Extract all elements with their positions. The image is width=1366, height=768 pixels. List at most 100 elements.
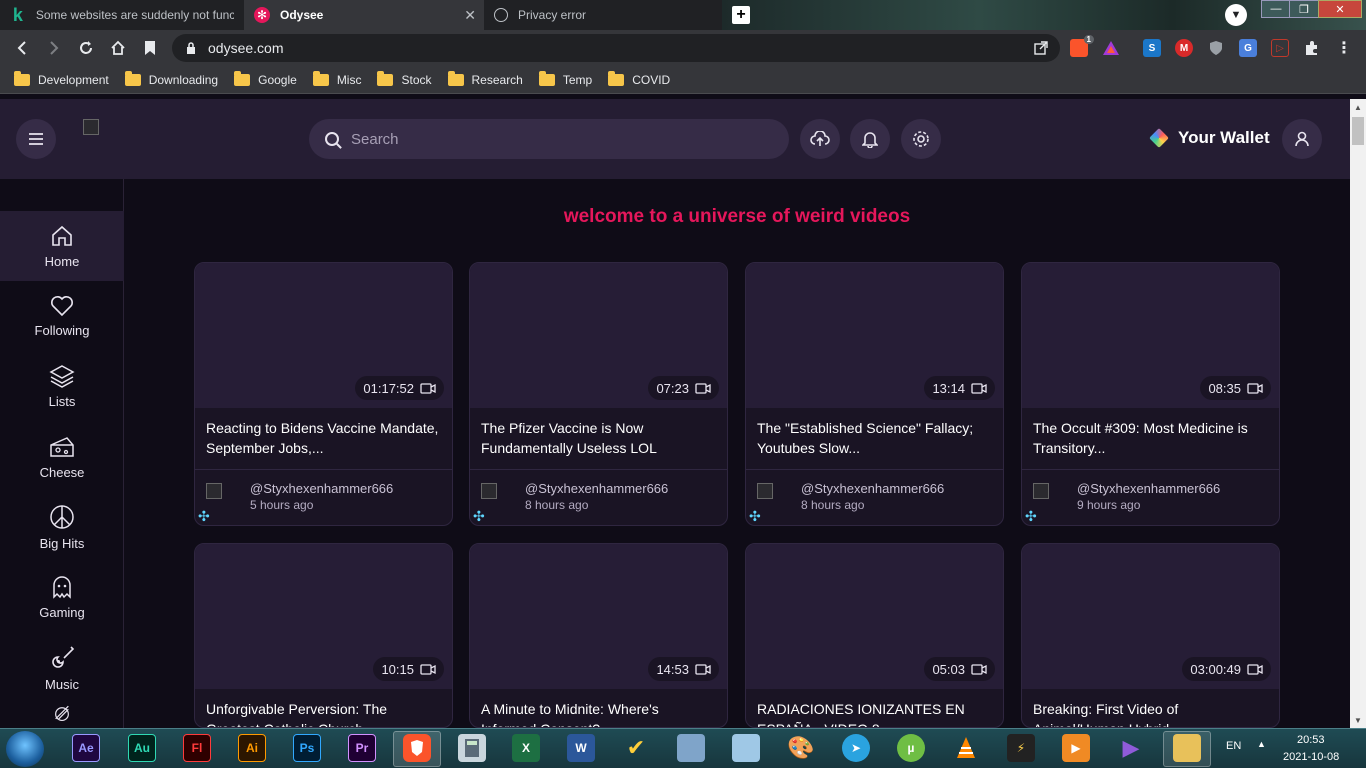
- upload-button[interactable]: [800, 119, 840, 159]
- sidebar-item-big-hits[interactable]: Big Hits: [0, 492, 124, 562]
- back-arrow-icon[interactable]: [12, 38, 32, 58]
- start-button[interactable]: [6, 731, 44, 767]
- video-app-icon[interactable]: ▶: [1117, 734, 1145, 762]
- channel-name[interactable]: @Styxhexenhammer666: [250, 481, 393, 496]
- photoshop-icon[interactable]: Ps: [293, 734, 321, 762]
- video-card[interactable]: 05:03 RADIACIONES IONIZANTES EN ESPAÑA - …: [745, 543, 1004, 728]
- video-card[interactable]: 10:15 Unforgivable Perversion: The Greate…: [194, 543, 453, 728]
- media-player-icon[interactable]: ▶: [1062, 734, 1090, 762]
- channel-avatar[interactable]: [757, 483, 773, 499]
- checkmark-app-icon[interactable]: ✔: [622, 734, 650, 762]
- bookmark-google[interactable]: Google: [234, 70, 297, 87]
- video-thumbnail[interactable]: 01:17:52: [195, 263, 452, 408]
- shield-extension-icon[interactable]: [1207, 39, 1225, 57]
- video-title[interactable]: Unforgivable Perversion: The Greatest Ca…: [206, 699, 442, 727]
- video-thumbnail[interactable]: 08:35: [1022, 263, 1279, 408]
- bookmark-research[interactable]: Research: [447, 70, 523, 87]
- utorrent-icon[interactable]: µ: [897, 734, 925, 762]
- brave-shield-icon[interactable]: 1: [1070, 35, 1094, 57]
- reload-icon[interactable]: [76, 38, 96, 58]
- channel-avatar[interactable]: [481, 483, 497, 499]
- calculator-icon[interactable]: [458, 734, 486, 762]
- close-window-button[interactable]: ✕: [1318, 0, 1362, 18]
- video-thumbnail[interactable]: 14:53: [470, 544, 727, 689]
- brave-rewards-icon[interactable]: [1102, 39, 1120, 57]
- sidebar-item-more[interactable]: [0, 703, 124, 728]
- bookmark-development[interactable]: Development: [14, 70, 109, 87]
- file-explorer-icon[interactable]: [1173, 734, 1201, 762]
- welcome-banner[interactable]: welcome to a universe of weird videos: [124, 206, 1350, 228]
- wallet-button[interactable]: Your Wallet: [1149, 128, 1270, 148]
- video-card[interactable]: 14:53 A Minute to Midnite: Where's Inform…: [469, 543, 728, 728]
- tab-knowledge[interactable]: k Some websites are suddenly not functi: [0, 0, 244, 30]
- scroll-thumb[interactable]: [1352, 117, 1364, 145]
- channel-name[interactable]: @Styxhexenhammer666: [525, 481, 668, 496]
- video-title[interactable]: RADIACIONES IONIZANTES EN ESPAÑA - VIDEO…: [757, 699, 993, 727]
- puzzle-icon[interactable]: [1303, 39, 1321, 57]
- bookmark-downloading[interactable]: Downloading: [124, 70, 218, 87]
- video-title[interactable]: The Occult #309: Most Medicine is Transi…: [1033, 418, 1269, 458]
- external-link-icon[interactable]: [1034, 41, 1048, 55]
- video-title[interactable]: The "Established Science" Fallacy; Youtu…: [757, 418, 993, 458]
- home-browser-icon[interactable]: [108, 38, 128, 58]
- bookmark-icon[interactable]: [140, 38, 160, 58]
- tab-privacy-error[interactable]: Privacy error: [484, 0, 722, 30]
- video-thumbnail[interactable]: 03:00:49: [1022, 544, 1279, 689]
- search-input[interactable]: Search: [309, 119, 789, 159]
- s-extension-icon[interactable]: S: [1143, 39, 1161, 57]
- chevron-down-icon[interactable]: ▼: [1225, 4, 1247, 26]
- channel-name[interactable]: @Styxhexenhammer666: [801, 481, 944, 496]
- sidebar-item-following[interactable]: Following: [0, 281, 124, 351]
- language-indicator[interactable]: EN: [1226, 740, 1241, 752]
- paint-palette-icon[interactable]: 🎨: [787, 734, 815, 762]
- winamp-icon[interactable]: ⚡: [1007, 734, 1035, 762]
- video-title[interactable]: The Pfizer Vaccine is Now Fundamentally …: [481, 418, 717, 458]
- menu-dots-icon[interactable]: ⋮: [1335, 39, 1353, 57]
- bookmark-temp[interactable]: Temp: [538, 70, 592, 87]
- mega-extension-icon[interactable]: M: [1175, 39, 1193, 57]
- clock-time[interactable]: 20:53: [1297, 734, 1325, 746]
- channel-avatar[interactable]: [206, 483, 222, 499]
- video-card[interactable]: 01:17:52 Reacting to Bidens Vaccine Manda…: [194, 262, 453, 526]
- bookmark-covid[interactable]: COVID: [608, 70, 670, 87]
- word-icon[interactable]: W: [567, 734, 595, 762]
- tab-odysee[interactable]: ✻ Odysee ✕: [244, 0, 484, 30]
- video-title[interactable]: A Minute to Midnite: Where's Informed Co…: [481, 699, 717, 727]
- scroll-up-arrow-icon[interactable]: ▲: [1350, 99, 1366, 115]
- video-title[interactable]: Breaking: First Video of Animal/Human Hy…: [1033, 699, 1269, 727]
- translate-extension-icon[interactable]: G: [1239, 39, 1257, 57]
- video-thumbnail[interactable]: 10:15: [195, 544, 452, 689]
- address-bar[interactable]: odysee.com: [172, 34, 1060, 62]
- page-scrollbar[interactable]: ▲ ▼: [1350, 99, 1366, 728]
- sidebar-item-gaming[interactable]: Gaming: [0, 562, 124, 632]
- scroll-down-arrow-icon[interactable]: ▼: [1350, 712, 1366, 728]
- close-icon[interactable]: ✕: [464, 7, 476, 24]
- odysee-logo[interactable]: [83, 119, 99, 135]
- new-tab-button[interactable]: +: [732, 6, 750, 24]
- tray-expand-icon[interactable]: ▲: [1257, 739, 1266, 749]
- video-title[interactable]: Reacting to Bidens Vaccine Mandate, Sept…: [206, 418, 442, 458]
- sidebar-item-cheese[interactable]: Cheese: [0, 422, 124, 492]
- channel-name[interactable]: @Styxhexenhammer666: [1077, 481, 1220, 496]
- channel-avatar[interactable]: [1033, 483, 1049, 499]
- video-thumbnail[interactable]: 13:14: [746, 263, 1003, 408]
- video-card[interactable]: 03:00:49 Breaking: First Video of Animal/…: [1021, 543, 1280, 728]
- video-thumbnail[interactable]: 05:03: [746, 544, 1003, 689]
- maximize-button[interactable]: ❐: [1289, 0, 1319, 18]
- brave-browser-icon[interactable]: [403, 734, 431, 762]
- vlc-icon[interactable]: [952, 734, 980, 762]
- video-card[interactable]: 08:35 The Occult #309: Most Medicine is T…: [1021, 262, 1280, 526]
- after-effects-icon[interactable]: Ae: [72, 734, 100, 762]
- notifications-button[interactable]: [850, 119, 890, 159]
- account-button[interactable]: [1282, 119, 1322, 159]
- illustrator-icon[interactable]: Ai: [238, 734, 266, 762]
- excel-icon[interactable]: X: [512, 734, 540, 762]
- settings-button[interactable]: [901, 119, 941, 159]
- video-card[interactable]: 07:23 The Pfizer Vaccine is Now Fundament…: [469, 262, 728, 526]
- bookmark-misc[interactable]: Misc: [312, 70, 361, 87]
- minimize-button[interactable]: —: [1261, 0, 1291, 18]
- flash-icon[interactable]: Fl: [183, 734, 211, 762]
- video-card[interactable]: 13:14 The "Established Science" Fallacy; …: [745, 262, 1004, 526]
- sidebar-item-lists[interactable]: Lists: [0, 351, 124, 421]
- video-thumbnail[interactable]: 07:23: [470, 263, 727, 408]
